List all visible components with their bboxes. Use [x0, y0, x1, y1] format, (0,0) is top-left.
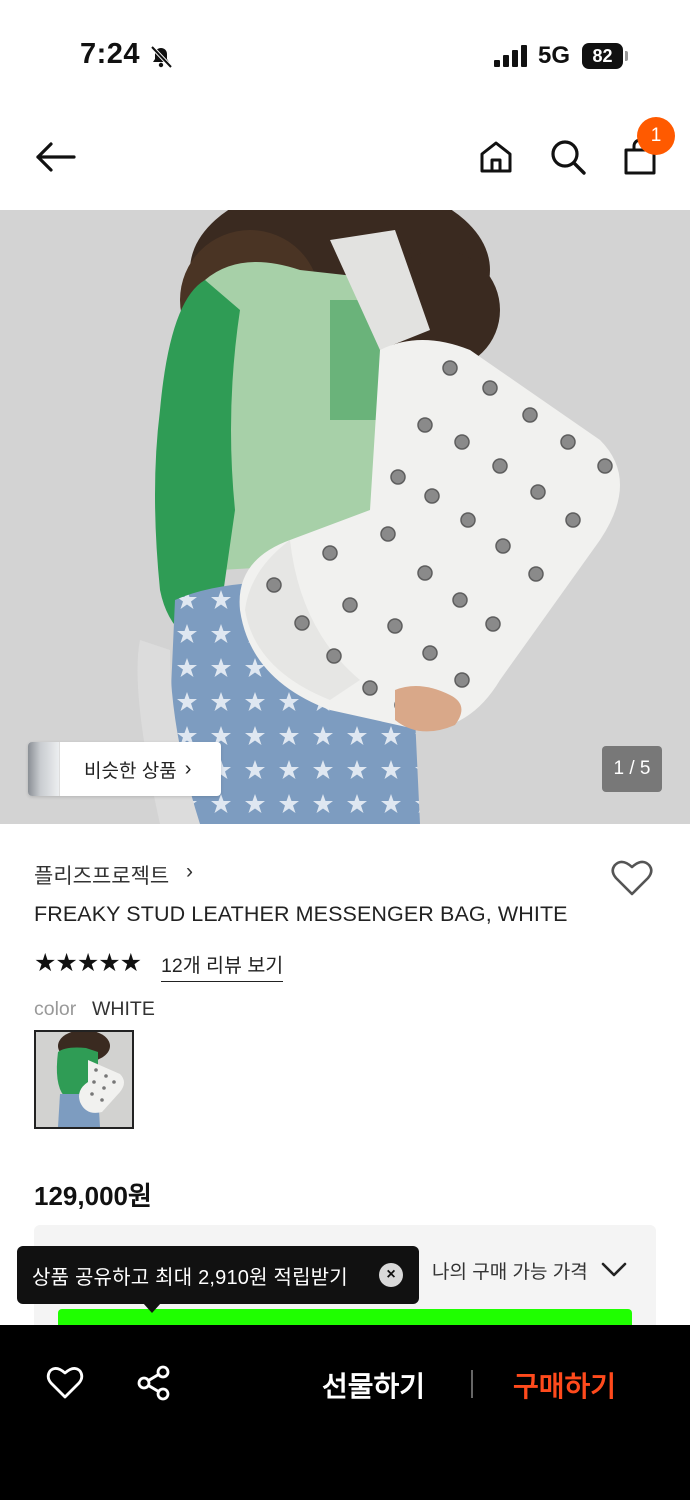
my-price-toggle[interactable]: 나의 구매 가능 가격 — [432, 1257, 588, 1284]
chevron-right-icon: › — [186, 860, 193, 883]
color-swatch-white[interactable] — [34, 1030, 134, 1129]
product-price: 129,000원 — [34, 1181, 152, 1211]
bottom-wishlist-button[interactable] — [45, 1363, 85, 1403]
product-photo — [0, 210, 690, 824]
top-nav-bar — [0, 110, 690, 210]
action-divider — [471, 1370, 473, 1398]
color-option-label: color — [34, 998, 77, 1020]
bell-muted-icon — [150, 45, 173, 69]
product-title: FREAKY STUD LEATHER MESSENGER BAG, WHITE — [34, 902, 568, 926]
status-bar: 7:24 5G 82 — [0, 0, 690, 110]
share-reward-tooltip[interactable]: 상품 공유하고 최대 2,910원 적립받기 × — [17, 1246, 419, 1304]
heart-icon — [611, 860, 653, 896]
battery-level: 82 — [582, 43, 623, 69]
reviews-link[interactable]: 12개 리뷰 보기 — [161, 949, 284, 982]
similar-products-thumbnail — [28, 742, 60, 796]
chevron-down-icon[interactable] — [600, 1258, 628, 1280]
signal-icon — [494, 45, 527, 67]
bottom-action-bar — [0, 1325, 690, 1500]
home-button[interactable] — [471, 132, 521, 182]
heart-icon — [46, 1367, 84, 1399]
status-time: 7:24 — [80, 38, 141, 70]
product-image-gallery[interactable] — [0, 210, 690, 824]
buy-button[interactable]: 구매하기 — [513, 1365, 616, 1405]
color-swatch-thumbnail — [36, 1032, 132, 1127]
cart-count-badge: 1 — [637, 117, 675, 155]
similar-products-button[interactable]: 비슷한 상품 › — [28, 742, 221, 796]
back-button[interactable] — [30, 132, 80, 182]
search-icon — [551, 140, 586, 175]
share-button[interactable] — [134, 1363, 174, 1403]
share-reward-text: 상품 공유하고 최대 2,910원 적립받기 — [32, 1266, 348, 1289]
chevron-right-icon: › — [184, 757, 192, 780]
battery-cap — [625, 51, 628, 61]
similar-products-label: 비슷한 상품 — [84, 760, 177, 782]
brand-link[interactable]: 플리즈프로젝트 — [34, 860, 169, 890]
rating-stars: ★★★★★ — [34, 949, 142, 977]
home-icon — [480, 141, 512, 173]
back-arrow-icon — [36, 142, 76, 172]
gift-button[interactable]: 선물하기 — [322, 1365, 425, 1405]
battery-icon: 82 — [582, 43, 628, 69]
share-icon — [137, 1365, 170, 1401]
network-type: 5G — [538, 42, 571, 69]
color-option-value: WHITE — [92, 998, 155, 1020]
search-button[interactable] — [543, 132, 593, 182]
wishlist-button[interactable] — [610, 858, 654, 898]
close-icon[interactable]: × — [379, 1263, 403, 1287]
tooltip-tail — [143, 1303, 161, 1313]
image-page-indicator: 1 / 5 — [602, 746, 662, 792]
